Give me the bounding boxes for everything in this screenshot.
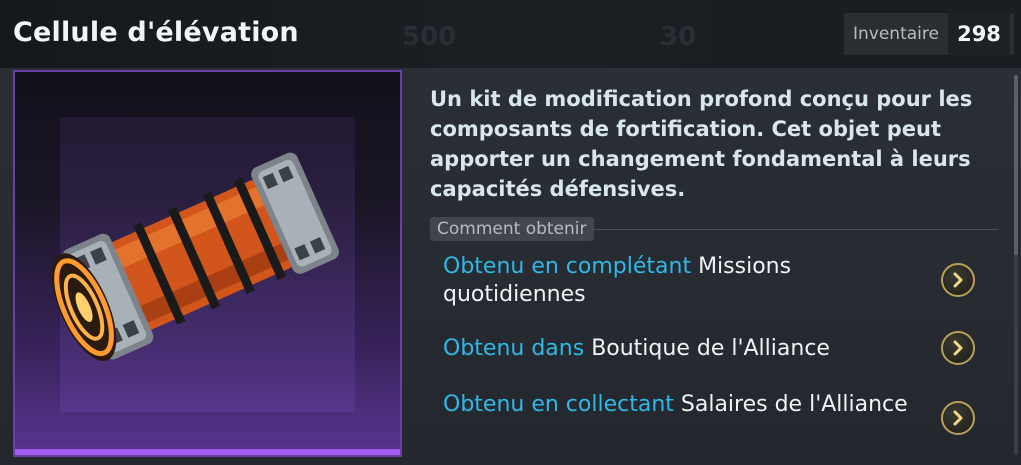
source-name: Salaires de l'Alliance (680, 392, 908, 417)
background-number: 500 (402, 22, 457, 52)
source-verb: Obtenu en complétant (443, 254, 692, 279)
go-button-alliance-salaries[interactable] (941, 401, 975, 435)
item-description: Un kit de modification profond conçu pou… (430, 87, 973, 201)
go-button-daily-missions[interactable] (941, 263, 975, 297)
source-verb: Obtenu dans (443, 336, 585, 361)
source-alliance-shop[interactable]: Obtenu dans Boutique de l'Alliance (443, 335, 913, 363)
chevron-right-icon (953, 272, 963, 288)
item-title: Cellule d'élévation (13, 17, 299, 48)
how-to-obtain-label: Comment obtenir (430, 217, 594, 241)
scrollbar-thumb[interactable] (1014, 75, 1018, 255)
inventory-counter: Inventaire 298 (844, 13, 1014, 55)
chevron-right-icon (953, 340, 963, 356)
source-daily-missions[interactable]: Obtenu en complétant Missions quotidienn… (443, 253, 913, 309)
source-verb: Obtenu en collectant (443, 392, 674, 417)
source-alliance-salaries[interactable]: Obtenu en collectant Salaires de l'Allia… (443, 391, 913, 419)
inventory-value: 298 (948, 13, 1010, 55)
rarity-bar (15, 449, 400, 455)
inventory-label: Inventaire (853, 24, 939, 44)
chevron-right-icon (953, 410, 963, 426)
orange-energy-cell-icon (51, 152, 339, 362)
source-name: Boutique de l'Alliance (591, 336, 830, 361)
item-image-frame (13, 70, 402, 457)
background-number: 30 (660, 22, 697, 52)
title-bar: 500 30 Cellule d'élévation Inventaire 29… (0, 0, 1021, 68)
go-button-alliance-shop[interactable] (941, 331, 975, 365)
